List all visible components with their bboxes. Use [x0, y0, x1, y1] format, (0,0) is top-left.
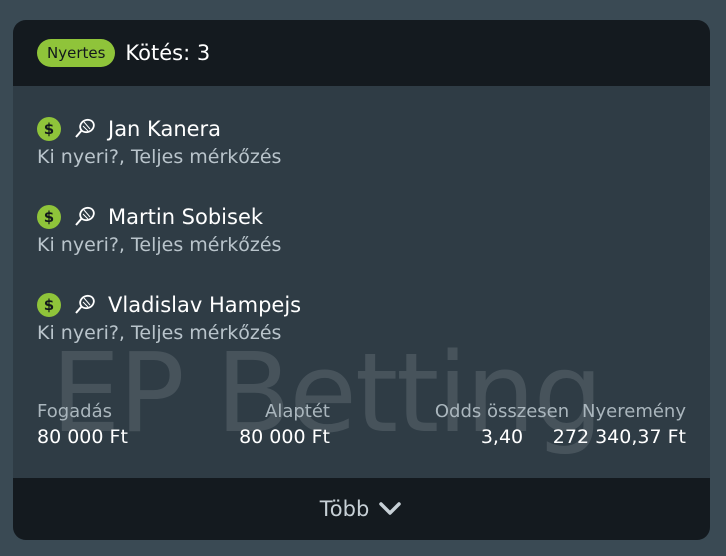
selection-item: $ Jan Kanera Ki nyeri?, Teljes mérkőzés	[37, 116, 281, 168]
dollar-icon: $	[37, 205, 61, 229]
bet-card-body: EP Betting $ Jan Kanera Ki nyeri?, Telje…	[13, 86, 710, 478]
more-button[interactable]: Több	[13, 478, 710, 540]
winnings-label: Nyeremény	[582, 401, 686, 422]
bet-card-header: Nyertes Kötés: 3	[13, 20, 710, 86]
chevron-down-icon	[379, 502, 402, 515]
selection-market: Ki nyeri?, Teljes mérkőzés	[37, 322, 282, 344]
selection-market: Ki nyeri?, Teljes mérkőzés	[37, 234, 282, 256]
stake-value: 80 000 Ft	[37, 426, 128, 448]
stake-label: Fogadás	[37, 401, 113, 422]
selection-player: Jan Kanera	[108, 117, 222, 141]
base-stake-value: 80 000 Ft	[239, 426, 330, 448]
selection-item: $ Vladislav Hampejs Ki nyeri?, Teljes mé…	[37, 292, 301, 344]
dollar-icon: $	[37, 293, 61, 317]
dollar-icon: $	[37, 117, 61, 141]
winnings-stat: Nyeremény 272 340,37 Ft	[553, 400, 686, 450]
bet-card: Nyertes Kötés: 3 EP Betting $ Jan Kanera…	[13, 20, 710, 540]
tennis-icon	[75, 294, 95, 314]
more-label: Több	[319, 497, 370, 521]
status-badge: Nyertes	[37, 39, 116, 67]
base-stake-stat: Alaptét 80 000 Ft	[239, 400, 330, 450]
bet-combination-title: Kötés: 3	[125, 41, 211, 65]
selection-item: $ Martin Sobisek Ki nyeri?, Teljes mérkő…	[37, 204, 281, 256]
base-stake-label: Alaptét	[265, 401, 330, 422]
selection-market: Ki nyeri?, Teljes mérkőzés	[37, 146, 282, 168]
bet-summary: Fogadás 80 000 Ft Alaptét 80 000 Ft Odds…	[37, 400, 686, 460]
stake-stat: Fogadás 80 000 Ft	[37, 400, 128, 450]
winnings-value: 272 340,37 Ft	[552, 426, 686, 448]
selection-player: Vladislav Hampejs	[108, 293, 302, 317]
selection-player: Martin Sobisek	[108, 205, 264, 229]
tennis-icon	[75, 206, 95, 226]
tennis-icon	[75, 118, 95, 138]
